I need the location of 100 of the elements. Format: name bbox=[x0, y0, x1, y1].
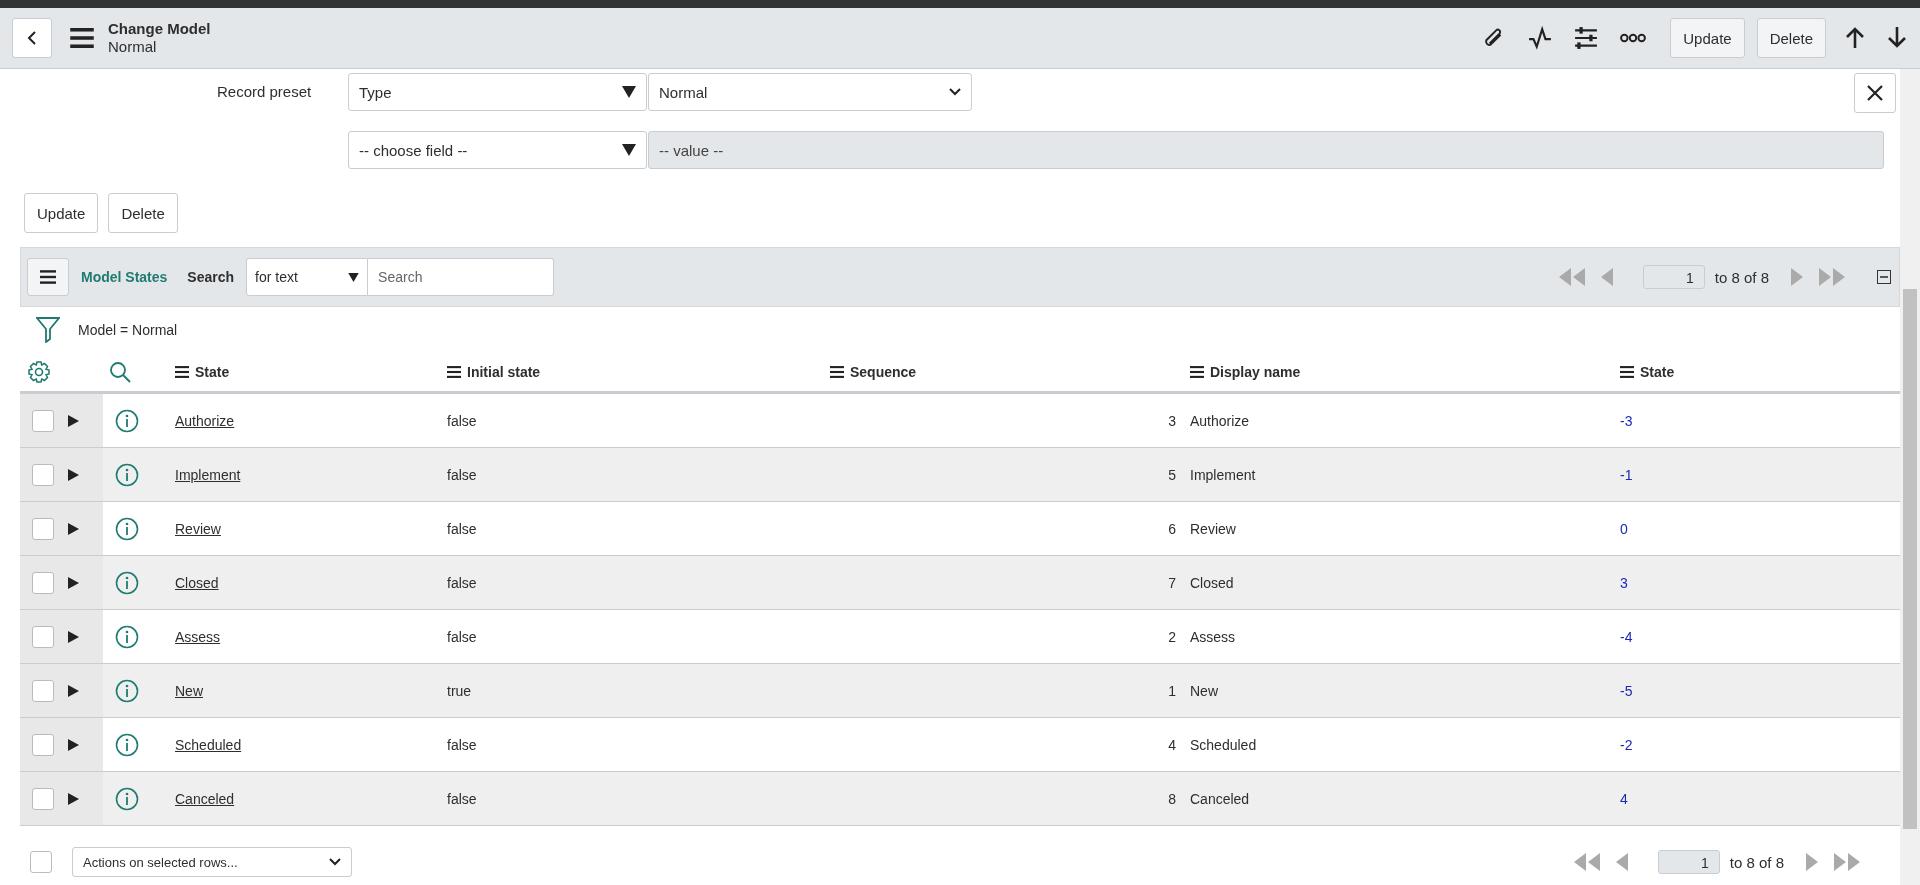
row-checkbox[interactable] bbox=[32, 787, 54, 810]
table-cell: -1 bbox=[1620, 466, 1633, 483]
column-menu-icon[interactable] bbox=[1620, 366, 1634, 378]
scrollbar[interactable] bbox=[1900, 69, 1920, 885]
row-checkbox[interactable] bbox=[32, 733, 54, 756]
search-field[interactable]: Search bbox=[368, 258, 555, 296]
info-icon[interactable] bbox=[115, 678, 139, 703]
expand-icon[interactable] bbox=[68, 414, 79, 427]
field-select[interactable]: Type bbox=[348, 73, 647, 111]
info-icon[interactable] bbox=[115, 732, 139, 757]
column-header[interactable]: State bbox=[195, 364, 230, 380]
table-cell: -3 bbox=[1620, 412, 1633, 429]
record-link[interactable]: Canceled bbox=[175, 790, 235, 807]
expand-icon[interactable] bbox=[68, 684, 79, 697]
close-button[interactable] bbox=[1854, 73, 1896, 113]
row-checkbox[interactable] bbox=[32, 517, 54, 540]
column-menu-icon[interactable] bbox=[447, 366, 461, 378]
header-button[interactable]: Delete bbox=[1756, 18, 1826, 58]
info-icon[interactable] bbox=[115, 462, 139, 487]
row-checkbox[interactable] bbox=[32, 571, 54, 594]
table-cell: -4 bbox=[1620, 628, 1633, 645]
expand-icon[interactable] bbox=[68, 576, 79, 589]
row-checkbox[interactable] bbox=[32, 463, 54, 486]
dropdown-triangle-icon bbox=[622, 86, 636, 98]
search-label: Search bbox=[187, 269, 235, 285]
back-button[interactable] bbox=[12, 18, 52, 58]
page-number-field[interactable]: 1 bbox=[1657, 850, 1720, 874]
activity-icon[interactable] bbox=[1528, 26, 1553, 50]
column-menu-icon[interactable] bbox=[830, 366, 844, 378]
settings-icon[interactable] bbox=[1574, 26, 1599, 50]
record-link[interactable]: Authorize bbox=[175, 412, 235, 429]
record-link[interactable]: New bbox=[175, 682, 203, 699]
table-cell: Authorize bbox=[1190, 412, 1250, 429]
chevron-down-icon bbox=[949, 88, 961, 96]
column-header[interactable]: Display name bbox=[1210, 364, 1301, 380]
info-icon[interactable] bbox=[115, 516, 139, 541]
info-icon[interactable] bbox=[115, 408, 139, 433]
record-link[interactable]: Review bbox=[175, 520, 221, 537]
info-icon[interactable] bbox=[115, 786, 139, 811]
value-field: -- value -- bbox=[648, 131, 1884, 169]
table-cell: false bbox=[447, 790, 477, 807]
close-icon bbox=[1867, 85, 1883, 101]
search-scope-select[interactable]: for text bbox=[246, 258, 369, 296]
table-cell: Scheduled bbox=[1190, 736, 1257, 753]
record-link[interactable]: Scheduled bbox=[175, 736, 242, 753]
record-link[interactable]: Implement bbox=[175, 466, 241, 483]
table-cell: 3 bbox=[1168, 412, 1176, 429]
record-link[interactable]: Assess bbox=[175, 628, 221, 645]
form-button[interactable]: Update bbox=[24, 193, 99, 233]
column-header[interactable]: Sequence bbox=[850, 364, 917, 380]
info-icon[interactable] bbox=[115, 624, 139, 649]
table-cell: 8 bbox=[1168, 790, 1176, 807]
dropdown-triangle-icon bbox=[622, 144, 636, 156]
column-menu-icon[interactable] bbox=[175, 366, 189, 378]
list-title[interactable]: Model States bbox=[81, 269, 168, 285]
table-cell: false bbox=[447, 574, 477, 591]
row-checkbox[interactable] bbox=[32, 625, 54, 648]
info-icon[interactable] bbox=[115, 570, 139, 595]
table-cell: -2 bbox=[1620, 736, 1633, 753]
list-menu-button[interactable] bbox=[27, 258, 69, 296]
menu-icon[interactable] bbox=[70, 28, 94, 48]
arrow-up-icon[interactable] bbox=[1844, 26, 1866, 50]
column-header[interactable]: Initial state bbox=[467, 364, 541, 380]
expand-icon[interactable] bbox=[68, 792, 79, 805]
table-cell: 1 bbox=[1168, 682, 1176, 699]
table-cell: Implement bbox=[1190, 466, 1256, 483]
column-header[interactable]: State bbox=[1640, 364, 1675, 380]
search-icon[interactable] bbox=[109, 361, 131, 383]
more-icon[interactable] bbox=[1620, 32, 1647, 44]
filter-icon[interactable] bbox=[36, 317, 60, 343]
table-cell: 4 bbox=[1168, 736, 1176, 753]
table-cell: 5 bbox=[1168, 466, 1176, 483]
expand-icon[interactable] bbox=[68, 468, 79, 481]
collapse-icon[interactable] bbox=[1877, 270, 1891, 284]
row-checkbox[interactable] bbox=[32, 679, 54, 702]
table-cell: false bbox=[447, 628, 477, 645]
table-cell: New bbox=[1190, 682, 1218, 699]
row-checkbox[interactable] bbox=[32, 409, 54, 432]
expand-icon[interactable] bbox=[68, 738, 79, 751]
record-link[interactable]: Closed bbox=[175, 574, 219, 591]
page-range: to 8 of 8 bbox=[1714, 268, 1769, 286]
arrow-down-icon[interactable] bbox=[1886, 26, 1908, 50]
filter-condition[interactable]: Model = Normal bbox=[78, 322, 178, 338]
table-cell: false bbox=[447, 520, 477, 537]
table-cell: -5 bbox=[1620, 682, 1633, 699]
table-cell: 0 bbox=[1620, 520, 1628, 537]
form-button[interactable]: Delete bbox=[108, 193, 178, 233]
select-all-checkbox[interactable] bbox=[30, 851, 52, 873]
expand-icon[interactable] bbox=[68, 522, 79, 535]
actions-select[interactable]: Actions on selected rows... bbox=[72, 847, 352, 877]
field-select[interactable]: -- choose field -- bbox=[348, 131, 647, 169]
table-cell: false bbox=[447, 736, 477, 753]
table-cell: 3 bbox=[1620, 574, 1628, 591]
header-button[interactable]: Update bbox=[1670, 18, 1745, 58]
page-number-field[interactable]: 1 bbox=[1642, 265, 1705, 289]
expand-icon[interactable] bbox=[68, 630, 79, 643]
record-title: Change Model bbox=[108, 20, 211, 38]
column-menu-icon[interactable] bbox=[1190, 366, 1204, 378]
page-range: to 8 of 8 bbox=[1729, 853, 1784, 871]
value-select[interactable]: Normal bbox=[648, 73, 972, 111]
